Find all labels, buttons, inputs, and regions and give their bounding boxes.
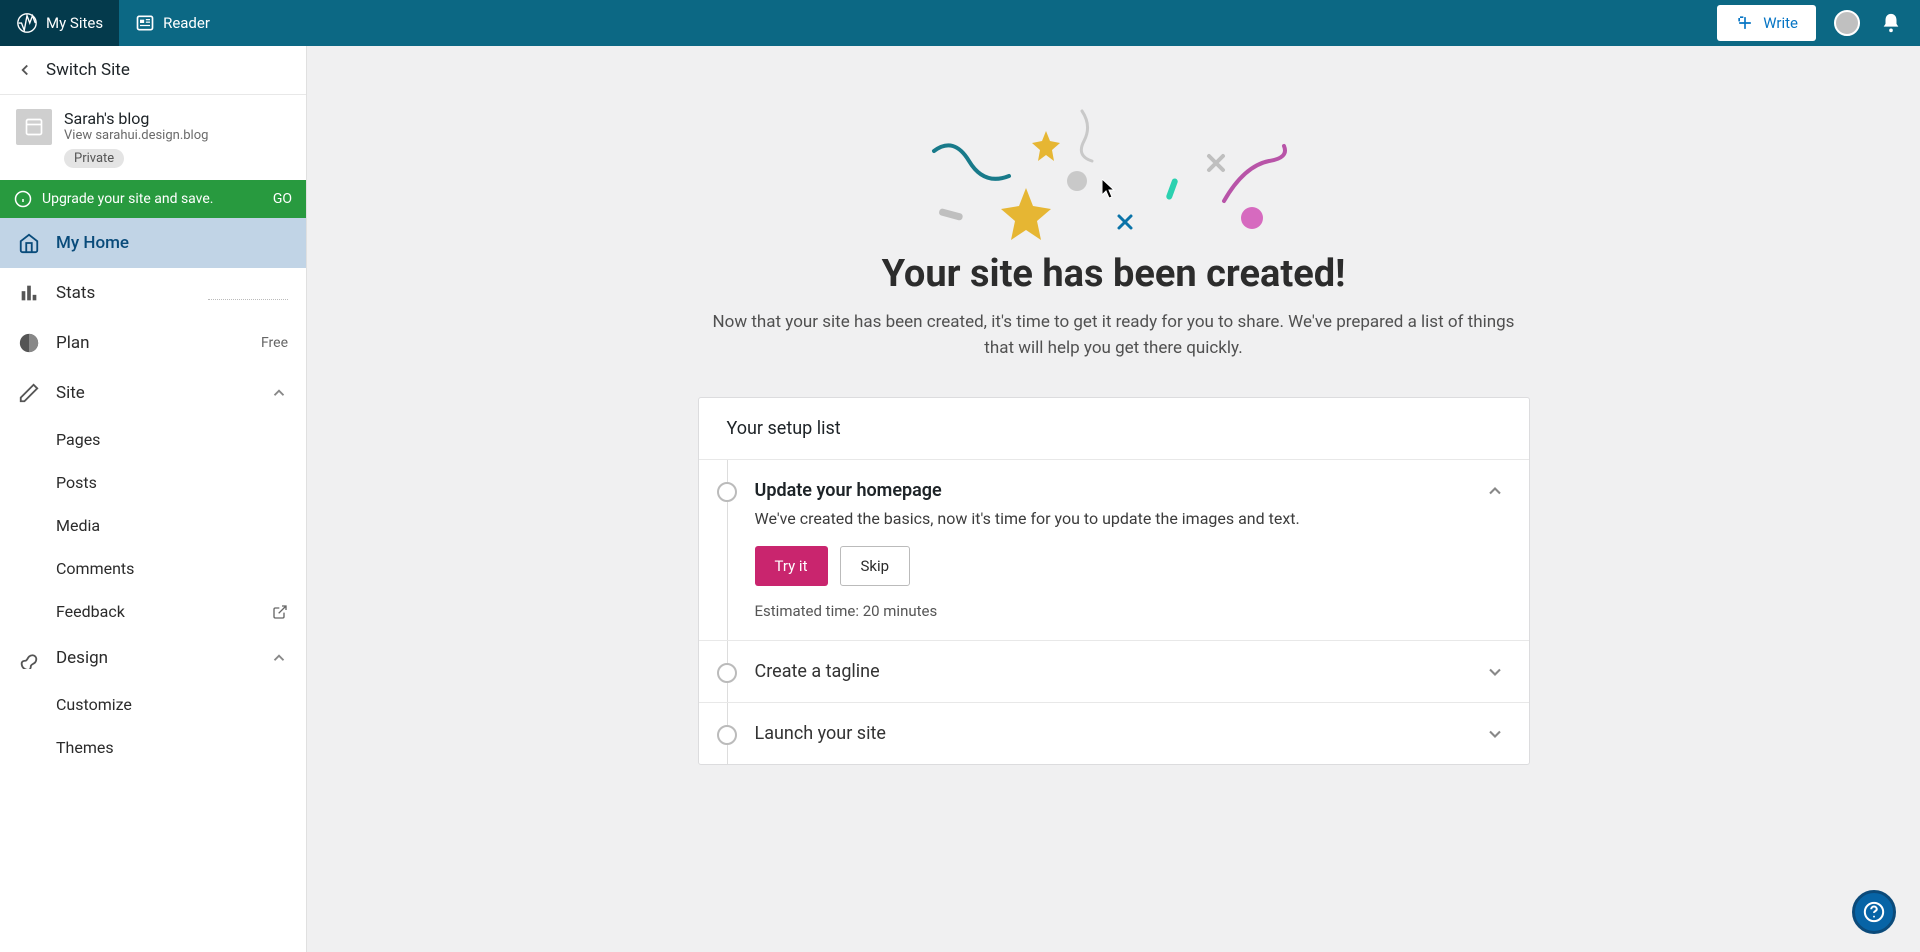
help-icon — [1863, 901, 1885, 923]
task-toggle[interactable]: Create a tagline — [755, 661, 1505, 682]
plan-icon — [18, 332, 40, 354]
nav-site[interactable]: Site — [0, 368, 306, 418]
nav-stats[interactable]: Stats — [0, 268, 306, 318]
nav-plan[interactable]: Plan Free — [0, 318, 306, 368]
info-icon — [14, 190, 32, 208]
task-title: Create a tagline — [755, 661, 880, 682]
task-estimated-time: Estimated time: 20 minutes — [755, 602, 1505, 620]
nav-pages[interactable]: Pages — [0, 418, 306, 461]
nav-customize[interactable]: Customize — [0, 683, 306, 726]
task-toggle[interactable]: Launch your site — [755, 723, 1505, 744]
masterbar: My Sites Reader Write — [0, 0, 1920, 46]
skip-button[interactable]: Skip — [840, 546, 911, 586]
setup-list-card: Your setup list Update your homepage We'… — [698, 397, 1530, 765]
brush-icon — [18, 647, 40, 669]
nav-themes[interactable]: Themes — [0, 726, 306, 769]
chevron-down-icon — [1485, 662, 1505, 682]
task-toggle[interactable]: Update your homepage — [755, 480, 1505, 501]
task-title: Update your homepage — [755, 480, 942, 501]
site-name: Sarah's blog — [64, 109, 208, 128]
private-badge: Private — [64, 149, 124, 168]
upgrade-go: GO — [273, 191, 292, 207]
hero-title: Your site has been created! — [882, 252, 1346, 296]
nav-site-label: Site — [56, 383, 85, 403]
chevron-up-icon — [270, 649, 288, 667]
nav-my-sites[interactable]: My Sites — [0, 0, 119, 46]
task-title: Launch your site — [755, 723, 886, 744]
nav-feedback[interactable]: Feedback — [0, 590, 306, 633]
masterbar-right: Write — [1717, 0, 1920, 46]
nav-design[interactable]: Design — [0, 633, 306, 683]
task-status-circle — [717, 725, 737, 745]
bar-chart-icon — [18, 282, 40, 304]
nav-my-sites-label: My Sites — [46, 14, 103, 32]
confetti-illustration — [914, 106, 1314, 246]
try-it-button[interactable]: Try it — [755, 546, 828, 586]
task-description: We've created the basics, now it's time … — [755, 509, 1505, 528]
write-icon — [1735, 13, 1755, 33]
nav-posts[interactable]: Posts — [0, 461, 306, 504]
site-thumb — [16, 109, 52, 145]
chevron-left-icon — [16, 61, 34, 79]
nav-stats-label: Stats — [56, 283, 95, 303]
chevron-up-icon — [1485, 481, 1505, 501]
sidebar: Switch Site Sarah's blog View sarahui.de… — [0, 46, 307, 952]
task-update-homepage: Update your homepage We've created the b… — [699, 460, 1529, 641]
wordpress-icon — [16, 12, 38, 34]
nav-comments[interactable]: Comments — [0, 547, 306, 590]
chevron-down-icon — [1485, 724, 1505, 744]
upgrade-text: Upgrade your site and save. — [42, 191, 214, 207]
nav-plan-label: Plan — [56, 333, 90, 353]
task-status-circle — [717, 663, 737, 683]
task-create-tagline: Create a tagline — [699, 641, 1529, 703]
switch-site-link[interactable]: Switch Site — [0, 46, 306, 95]
main-content: Your site has been created! Now that you… — [307, 46, 1920, 952]
task-status-circle — [717, 482, 737, 502]
nav-design-label: Design — [56, 648, 108, 668]
nav-my-home-label: My Home — [56, 233, 129, 253]
site-placeholder-icon — [24, 117, 44, 137]
plan-tier-label: Free — [261, 335, 288, 351]
switch-site-label: Switch Site — [46, 60, 130, 80]
chevron-up-icon — [270, 384, 288, 402]
hero-subtitle: Now that your site has been created, it'… — [704, 310, 1524, 361]
nav-reader[interactable]: Reader — [119, 0, 226, 46]
nav-media[interactable]: Media — [0, 504, 306, 547]
nav-my-home[interactable]: My Home — [0, 218, 306, 268]
external-link-icon — [272, 604, 288, 620]
reader-icon — [135, 13, 155, 33]
write-label: Write — [1763, 14, 1798, 32]
site-card[interactable]: Sarah's blog View sarahui.design.blog Pr… — [0, 95, 306, 180]
masterbar-left: My Sites Reader — [0, 0, 226, 46]
setup-list-header: Your setup list — [699, 398, 1529, 460]
home-icon — [18, 232, 40, 254]
upgrade-banner[interactable]: Upgrade your site and save. GO — [0, 180, 306, 218]
write-button[interactable]: Write — [1717, 5, 1816, 41]
task-launch-site: Launch your site — [699, 703, 1529, 764]
site-info: Sarah's blog View sarahui.design.blog Pr… — [64, 109, 208, 168]
pencil-icon — [18, 382, 40, 404]
avatar[interactable] — [1834, 10, 1860, 36]
notifications-icon[interactable] — [1880, 12, 1902, 34]
nav-reader-label: Reader — [163, 14, 210, 32]
stats-sparkline — [208, 286, 288, 300]
site-url: View sarahui.design.blog — [64, 128, 208, 143]
help-button[interactable] — [1852, 890, 1896, 934]
